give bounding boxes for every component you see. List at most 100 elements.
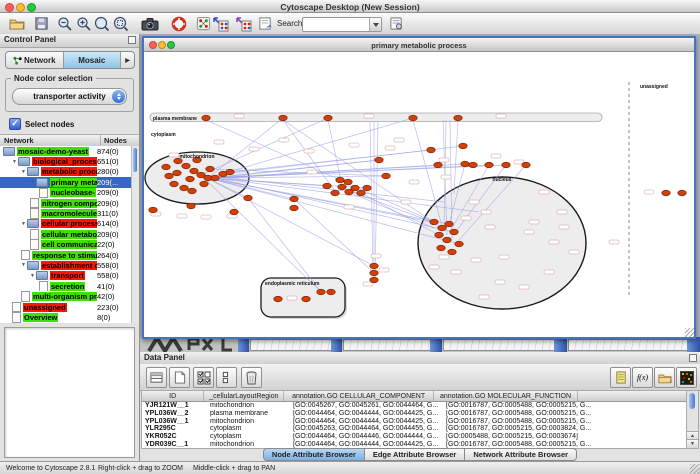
float-panel-icon[interactable] xyxy=(128,36,136,44)
network-node[interactable] xyxy=(170,181,178,187)
column-header-cellularlayoutregion[interactable]: _cellularLayoutRegion xyxy=(204,391,284,401)
column-header-annotation-go-cellular-component[interactable]: annotation.GO CELLULAR_COMPONENT xyxy=(284,391,433,401)
network-node[interactable] xyxy=(202,115,210,121)
network-edge[interactable] xyxy=(370,122,373,271)
tree-row-transport[interactable]: ▼transport558(0) xyxy=(0,271,132,281)
table-cell[interactable]: YJR121W__1 xyxy=(142,402,207,410)
expand-arrow-icon[interactable]: ▼ xyxy=(30,273,35,279)
frame-resize-grip[interactable] xyxy=(685,328,694,337)
network-node[interactable] xyxy=(370,263,378,269)
network-node[interactable] xyxy=(149,207,157,213)
network-node[interactable] xyxy=(344,179,352,185)
table-cell[interactable]: mitochondrion xyxy=(207,402,290,410)
search-input[interactable] xyxy=(302,17,382,32)
network-node[interactable] xyxy=(450,229,458,235)
table-cell[interactable]: mitochondrion xyxy=(207,417,290,425)
column-header-id[interactable]: ID xyxy=(142,391,204,401)
delete-attribute-icon[interactable] xyxy=(241,367,262,388)
table-cell[interactable]: [GO:0016787, GO:0005488, GO:0005215, G..… xyxy=(443,402,591,410)
expand-arrow-icon[interactable]: ▼ xyxy=(21,169,26,175)
tree-row-cellular-process[interactable]: ▼cellular process614(0) xyxy=(0,219,132,229)
tree-row-metabolic-process[interactable]: ▼metabolic process280(0) xyxy=(0,167,132,177)
import-attributes-icon[interactable] xyxy=(654,367,675,388)
save-session-icon[interactable] xyxy=(33,15,50,32)
network-node[interactable] xyxy=(427,147,435,153)
table-cell[interactable]: YPL036W__2 xyxy=(142,410,207,418)
network-edge[interactable] xyxy=(328,120,342,186)
annotation-document-icon[interactable] xyxy=(257,15,274,32)
network-edge[interactable] xyxy=(283,120,335,191)
attribute-table-icon[interactable] xyxy=(146,367,167,388)
network-node[interactable] xyxy=(461,161,469,167)
network-node[interactable] xyxy=(455,241,463,247)
app-title-bar[interactable]: Cytoscape Desktop (New Session) xyxy=(0,0,700,13)
network-node[interactable] xyxy=(200,181,208,187)
network-node[interactable] xyxy=(324,115,332,121)
notes-icon[interactable] xyxy=(610,367,631,388)
background-window-edge[interactable] xyxy=(238,337,249,352)
network-node[interactable] xyxy=(279,115,287,121)
tree-row-biological-process[interactable]: ▼biological_process651(0) xyxy=(0,156,132,166)
search-dropdown-icon[interactable] xyxy=(369,18,381,31)
background-window-preview[interactable] xyxy=(443,339,555,351)
network-node[interactable] xyxy=(290,196,298,202)
network-edge[interactable] xyxy=(208,118,413,178)
more-tabs-icon[interactable]: ▶ xyxy=(121,52,134,68)
table-cell[interactable]: [GO:0044464, GO:0044444, GO:0044425, G..… xyxy=(290,440,443,448)
table-cell[interactable]: cytoplasm xyxy=(207,433,290,441)
background-window-edge[interactable] xyxy=(687,337,700,352)
network-node[interactable] xyxy=(317,289,325,295)
network-node[interactable] xyxy=(443,237,451,243)
network-node[interactable] xyxy=(274,296,282,302)
network-edge[interactable] xyxy=(413,120,442,226)
zoom-in-icon[interactable] xyxy=(75,15,92,32)
expand-arrow-icon[interactable]: ▼ xyxy=(30,179,35,185)
network-node[interactable] xyxy=(173,170,181,176)
tree-row-multi-organism-pro[interactable]: multi-organism pro42(0) xyxy=(0,291,132,301)
network-window-title-bar[interactable]: primary metabolic process xyxy=(144,38,694,52)
network-node[interactable] xyxy=(375,157,383,163)
network-node[interactable] xyxy=(662,190,670,196)
table-row-ypl036w-2[interactable]: YPL036W__2plasma membrane[GO:0044464, GO… xyxy=(142,410,688,418)
network-node[interactable] xyxy=(338,184,346,190)
background-window-edge[interactable] xyxy=(554,337,567,352)
network-node[interactable] xyxy=(230,209,238,215)
network-edge[interactable] xyxy=(294,199,374,273)
network-node[interactable] xyxy=(290,205,298,211)
network-node[interactable] xyxy=(165,173,173,179)
select-nodes-checkbox[interactable]: ✓ xyxy=(9,118,21,130)
tree-row-nitrogen-compo[interactable]: nitrogen compo209(0) xyxy=(0,198,132,208)
background-window-preview[interactable] xyxy=(250,339,332,351)
select-neighbors-red-icon[interactable] xyxy=(235,15,252,32)
network-node[interactable] xyxy=(182,163,190,169)
network-node[interactable] xyxy=(445,221,453,227)
open-file-icon[interactable] xyxy=(8,15,25,32)
tree-row-response-to-stimul[interactable]: response to stimul264(0) xyxy=(0,250,132,260)
table-cell[interactable]: [GO:0045267, GO:0045261, GO:0044464, G..… xyxy=(290,402,443,410)
zoom-to-fit-icon[interactable] xyxy=(112,15,129,32)
network-graph[interactable]: plasma membranecytoplasmmitochondrionnuc… xyxy=(144,52,694,335)
network-node[interactable] xyxy=(323,183,331,189)
tree-row-primary-metabo[interactable]: ▼primary metabo209(... xyxy=(0,177,132,187)
tree-row-overview[interactable]: Overview8(0) xyxy=(0,312,132,322)
network-node[interactable] xyxy=(363,185,371,191)
network-node[interactable] xyxy=(448,249,456,255)
network-node[interactable] xyxy=(190,168,198,174)
network-node[interactable] xyxy=(331,190,339,196)
table-cell[interactable]: [GO:0016787, GO:0005215, GO:0003824, G..… xyxy=(443,425,591,433)
network-node[interactable] xyxy=(485,162,493,168)
network-node[interactable] xyxy=(382,173,390,179)
expand-arrow-icon[interactable]: ▼ xyxy=(21,262,26,268)
tree-row-mosaic-demo-yeast[interactable]: mosaic-demo-yeast874(0) xyxy=(0,146,132,156)
table-cell[interactable]: YDR039C__1 xyxy=(142,440,207,448)
table-cell[interactable]: [GO:0044464, GO:0044444, GO:0044425, G..… xyxy=(290,417,443,425)
network-node[interactable] xyxy=(469,162,477,168)
network-node[interactable] xyxy=(430,219,438,225)
table-cell[interactable]: YPL036W__1 xyxy=(142,417,207,425)
network-node[interactable] xyxy=(454,115,462,121)
network-node[interactable] xyxy=(522,162,530,168)
network-node[interactable] xyxy=(357,190,365,196)
table-cell[interactable]: [GO:0016787, GO:0005488, GO:0005215, G..… xyxy=(443,440,591,448)
tree-column-network[interactable]: Network xyxy=(0,135,101,146)
window-resize-grip[interactable] xyxy=(690,464,700,474)
